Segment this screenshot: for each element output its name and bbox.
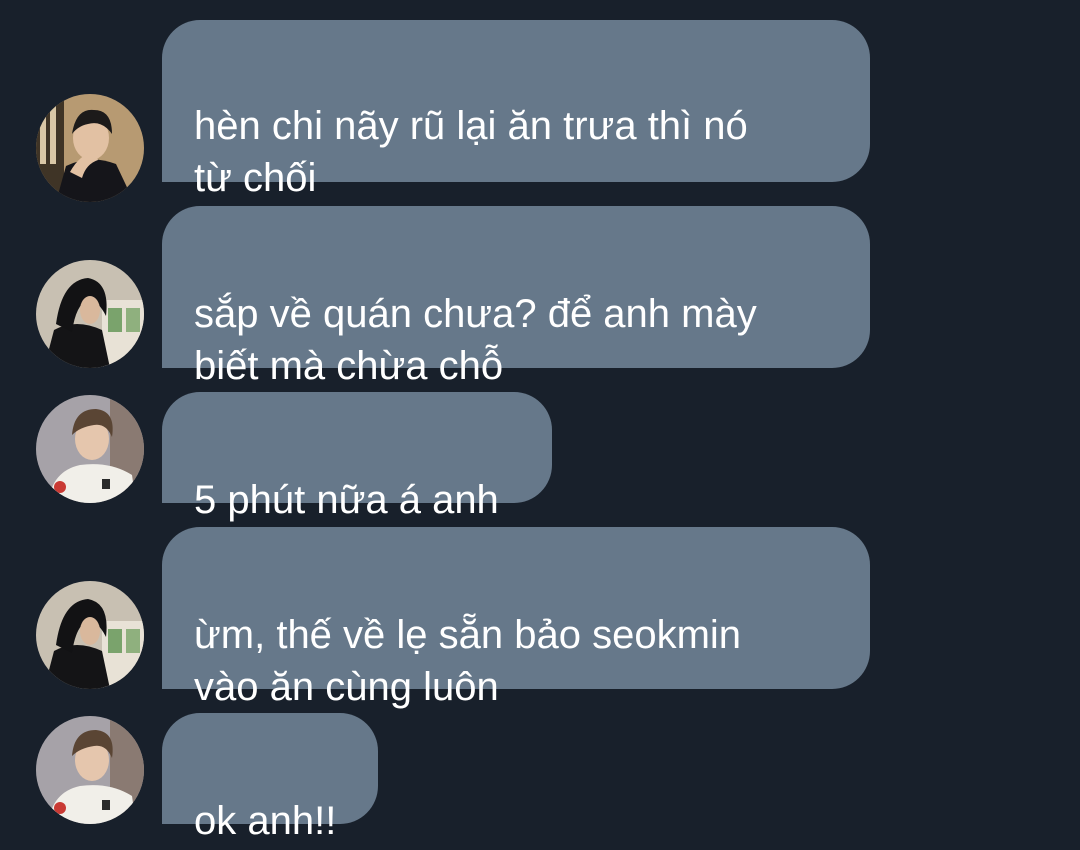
avatar[interactable] — [36, 395, 144, 503]
message-text: 5 phút nữa á anh — [194, 478, 499, 522]
avatar-portrait-icon — [36, 581, 144, 689]
avatar[interactable] — [36, 94, 144, 202]
avatar[interactable] — [36, 260, 144, 368]
message-bubble: sắp về quán chưa? để anh mày biết mà chừ… — [162, 206, 870, 388]
message-bubble: ừm, thế về lẹ sẵn bảo seokmin vào ăn cùn… — [162, 527, 870, 709]
chat-thread: hèn chi nãy rũ lại ăn trưa thì nó từ chố… — [0, 0, 1080, 850]
message-bubble: hèn chi nãy rũ lại ăn trưa thì nó từ chố… — [162, 20, 870, 200]
message-text: sắp về quán chưa? để anh mày biết mà chừ… — [194, 292, 757, 388]
message-bubble: 5 phút nữa á anh — [162, 392, 552, 522]
avatar-portrait-icon — [36, 395, 144, 503]
avatar[interactable] — [36, 581, 144, 689]
avatar-portrait-icon — [36, 260, 144, 368]
message-text: hèn chi nãy rũ lại ăn trưa thì nó từ chố… — [194, 104, 748, 200]
message-text: ok anh!! — [194, 799, 337, 843]
avatar[interactable] — [36, 716, 144, 824]
avatar-portrait-icon — [36, 94, 144, 202]
avatar-portrait-icon — [36, 716, 144, 824]
message-bubble: ok anh!! — [162, 713, 378, 843]
message-text: ừm, thế về lẹ sẵn bảo seokmin vào ăn cùn… — [194, 613, 742, 709]
